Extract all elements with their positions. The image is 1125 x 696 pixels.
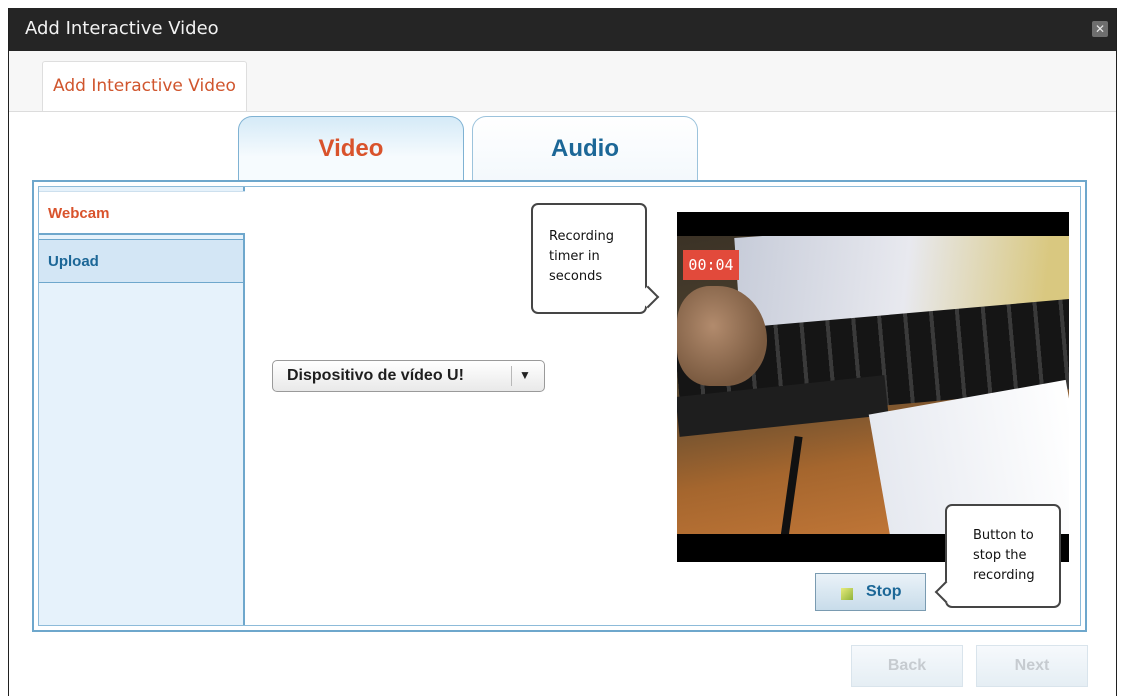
stop-icon (841, 588, 853, 600)
window-title: Add Interactive Video (25, 18, 219, 39)
video-device-select[interactable]: Dispositivo de vídeo U! ▼ (272, 360, 545, 392)
callout-recording-timer: Recording timer in seconds (531, 203, 647, 314)
webcam-video-frame (677, 236, 1069, 534)
scene-cable (779, 435, 803, 534)
source-sidebar: Webcam Upload (39, 187, 245, 625)
callout-stop-button: Button to stop the recording (945, 504, 1061, 608)
next-button[interactable]: Next (976, 645, 1088, 687)
sidebar-item-upload[interactable]: Upload (39, 239, 243, 283)
title-bar: Add Interactive Video ✕ (9, 8, 1116, 51)
tab-video[interactable]: Video (238, 116, 464, 184)
tab-add-interactive-video[interactable]: Add Interactive Video (42, 61, 247, 111)
chevron-down-icon[interactable]: ▼ (519, 368, 531, 382)
stop-button-label: Stop (866, 583, 902, 600)
tab-audio[interactable]: Audio (472, 116, 698, 182)
outer-tab-strip: Add Interactive Video (9, 51, 1116, 112)
video-device-select-value: Dispositivo de vídeo U! (287, 367, 464, 384)
close-icon[interactable]: ✕ (1092, 21, 1108, 37)
recording-timer: 00:04 (683, 250, 739, 280)
stop-button[interactable]: Stop (815, 573, 926, 611)
back-button[interactable]: Back (851, 645, 963, 687)
sidebar-item-webcam[interactable]: Webcam (39, 191, 245, 235)
select-separator (511, 366, 512, 386)
